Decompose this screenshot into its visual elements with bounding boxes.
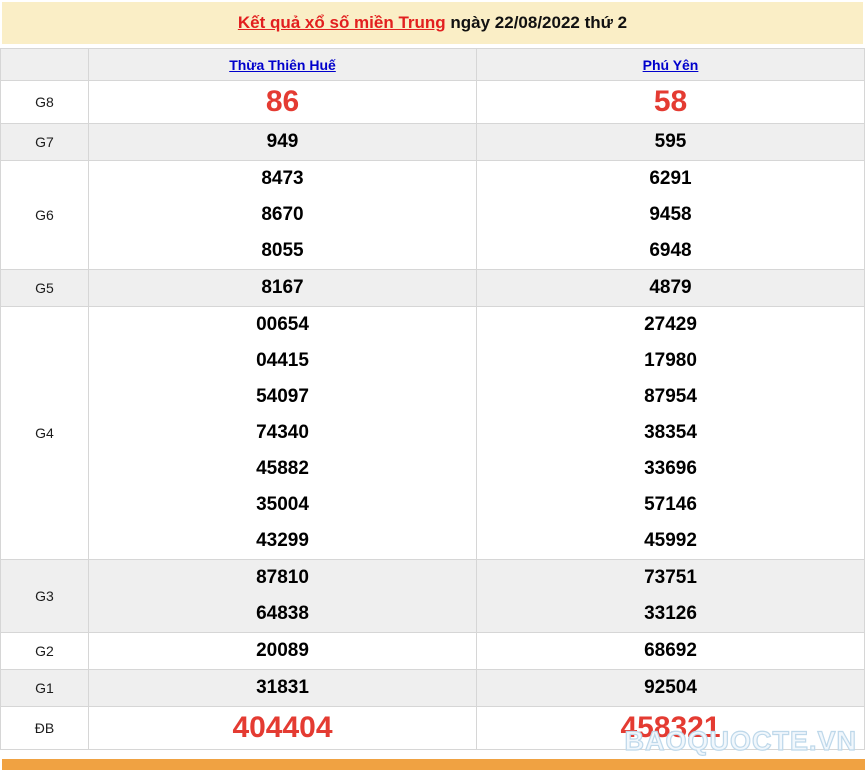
prize-number: 17980 (477, 343, 864, 379)
prize-number: 8167 (89, 270, 476, 306)
column-header-phu-yen: Phú Yên (477, 49, 865, 81)
prize-number: 86 (89, 81, 476, 123)
prize-values-hue: 86 (89, 81, 477, 124)
prize-number: 87954 (477, 379, 864, 415)
prize-values-hue: 20089 (89, 633, 477, 670)
prize-label: G1 (1, 670, 89, 707)
prize-values-phuyen: 7375133126 (477, 560, 865, 633)
prize-number: 27429 (477, 307, 864, 343)
prize-values-phuyen: 92504 (477, 670, 865, 707)
prize-number: 6291 (477, 161, 864, 197)
prize-values-phuyen: 629194586948 (477, 161, 865, 270)
prize-values-hue: 847386708055 (89, 161, 477, 270)
prize-number: 45992 (477, 523, 864, 559)
corner-cell (1, 49, 89, 81)
prize-values-phuyen: 68692 (477, 633, 865, 670)
prize-number: 8670 (89, 197, 476, 233)
prize-number: 00654 (89, 307, 476, 343)
province-link-phu-yen[interactable]: Phú Yên (643, 57, 699, 73)
prize-label: G4 (1, 307, 89, 560)
province-link-thua-thien-hue[interactable]: Thừa Thiên Huế (229, 57, 336, 73)
prize-number: 595 (477, 124, 864, 160)
prize-label: G8 (1, 81, 89, 124)
prize-values-phuyen: 458321 (477, 707, 865, 750)
prize-number: 74340 (89, 415, 476, 451)
bottom-accent-bar (2, 759, 865, 770)
prize-number: 33126 (477, 596, 864, 632)
prize-number: 92504 (477, 670, 864, 706)
prize-row-g8: G88658 (1, 81, 865, 124)
prize-label: G6 (1, 161, 89, 270)
prize-row-g7: G7949595 (1, 124, 865, 161)
prize-row-g6: G6847386708055629194586948 (1, 161, 865, 270)
prize-values-phuyen: 4879 (477, 270, 865, 307)
prize-values-hue: 31831 (89, 670, 477, 707)
prize-values-hue: 00654044155409774340458823500443299 (89, 307, 477, 560)
prize-label: G3 (1, 560, 89, 633)
column-header-row: Thừa Thiên Huế Phú Yên (1, 49, 865, 81)
prize-number: 4879 (477, 270, 864, 306)
prize-number: 35004 (89, 487, 476, 523)
prize-values-phuyen: 595 (477, 124, 865, 161)
prize-row-g3: G387810648387375133126 (1, 560, 865, 633)
prize-number: 8473 (89, 161, 476, 197)
prize-label: G7 (1, 124, 89, 161)
prize-number: 57146 (477, 487, 864, 523)
prize-number: 04415 (89, 343, 476, 379)
prize-number: 64838 (89, 596, 476, 632)
prize-number: 68692 (477, 633, 864, 669)
prize-label: G5 (1, 270, 89, 307)
prize-number: 20089 (89, 633, 476, 669)
title-link[interactable]: Kết quả xổ số miền Trung (238, 13, 446, 32)
prize-label: ĐB (1, 707, 89, 750)
page-title: Kết quả xổ số miền Trung ngày 22/08/2022… (2, 2, 863, 44)
prize-number: 38354 (477, 415, 864, 451)
column-header-thua-thien-hue: Thừa Thiên Huế (89, 49, 477, 81)
prize-label: G2 (1, 633, 89, 670)
prize-number: 87810 (89, 560, 476, 596)
prize-number: 54097 (89, 379, 476, 415)
prize-number: 31831 (89, 670, 476, 706)
prize-values-hue: 404404 (89, 707, 477, 750)
prize-number: 8055 (89, 233, 476, 269)
prize-number: 33696 (477, 451, 864, 487)
prize-row-g1: G13183192504 (1, 670, 865, 707)
prize-number: 404404 (89, 707, 476, 749)
prize-values-hue: 8781064838 (89, 560, 477, 633)
prize-number: 73751 (477, 560, 864, 596)
prize-number: 458321 (477, 707, 864, 749)
prize-row-đb: ĐB404404458321 (1, 707, 865, 750)
prize-row-g4: G400654044155409774340458823500443299274… (1, 307, 865, 560)
prize-values-hue: 8167 (89, 270, 477, 307)
prize-number: 43299 (89, 523, 476, 559)
prize-number: 58 (477, 81, 864, 123)
prize-values-phuyen: 27429179808795438354336965714645992 (477, 307, 865, 560)
prize-values-phuyen: 58 (477, 81, 865, 124)
title-date-text: ngày 22/08/2022 thứ 2 (446, 13, 627, 32)
prize-row-g5: G581674879 (1, 270, 865, 307)
lottery-results-table: Thừa Thiên Huế Phú Yên G88658G7949595G68… (0, 48, 865, 750)
prize-number: 6948 (477, 233, 864, 269)
prize-number: 45882 (89, 451, 476, 487)
prize-number: 949 (89, 124, 476, 160)
prize-values-hue: 949 (89, 124, 477, 161)
prize-row-g2: G22008968692 (1, 633, 865, 670)
prize-number: 9458 (477, 197, 864, 233)
